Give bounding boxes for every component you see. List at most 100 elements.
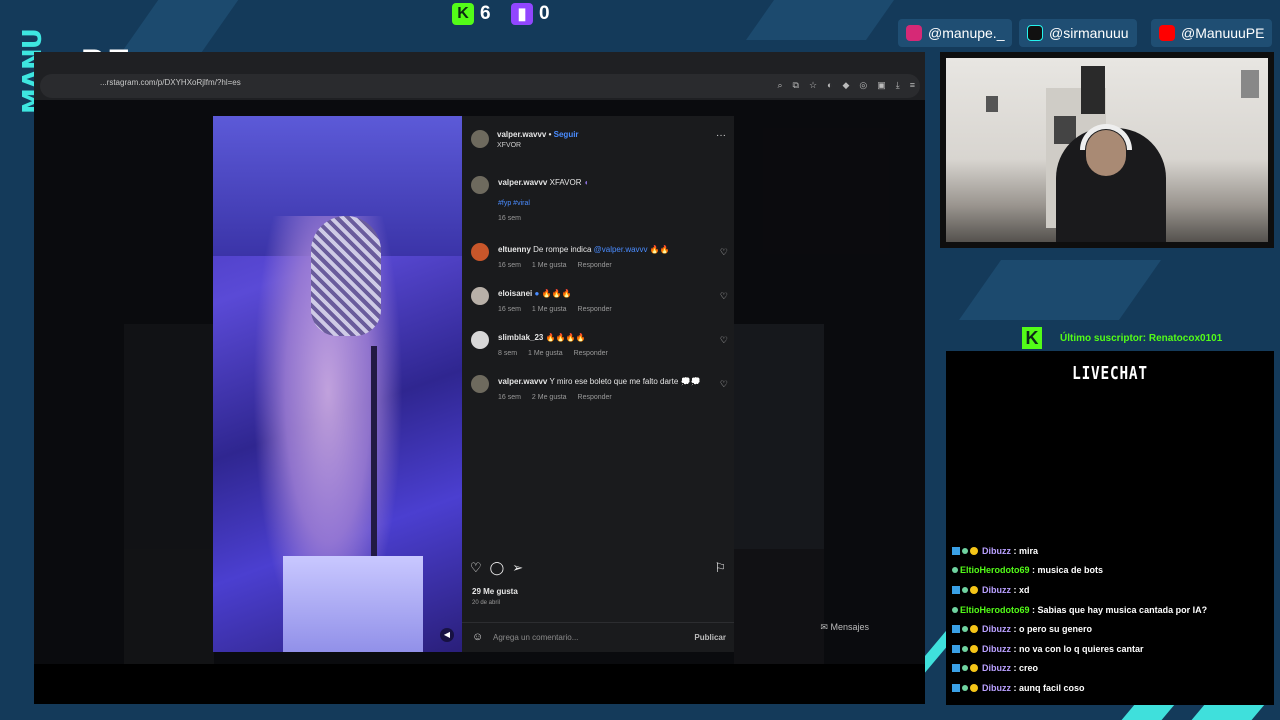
url-text: ...rstagram.com/p/DXYHXoRjlfm/?hl=es <box>100 78 241 87</box>
screen-bottom-bar <box>34 664 925 704</box>
post-video[interactable]: ◀ <box>213 116 462 652</box>
comment-likes[interactable]: 2 Me gusta <box>532 394 567 401</box>
chat-user[interactable]: EltioHerodoto69 <box>960 605 1030 615</box>
video-mask <box>311 216 381 336</box>
kick-icon: K <box>452 3 474 25</box>
comment-text: Y miro ese boleto que me falto darte <box>549 377 681 386</box>
youtube-icon <box>1159 25 1175 41</box>
author-avatar[interactable] <box>471 130 489 148</box>
like-comment-icon[interactable]: ♡ <box>720 291 728 302</box>
reply-button[interactable]: Responder <box>578 262 612 269</box>
more-options-icon[interactable]: ··· <box>716 130 726 141</box>
author-name[interactable]: valper.wavvv <box>497 130 546 139</box>
comment-likes[interactable]: 1 Me gusta <box>528 350 563 357</box>
reply-button[interactable]: Responder <box>578 394 612 401</box>
coin-badge-icon <box>970 683 978 692</box>
chat-user[interactable]: Dibuzz <box>982 683 1011 693</box>
share-icon[interactable]: ➢ <box>512 560 523 576</box>
volume-icon[interactable]: ◀ <box>440 628 454 642</box>
comment-line: valper.wavvv Y miro ese boleto que me fa… <box>498 377 700 386</box>
chat-message: EltioHerodoto69 : musica de bots <box>952 561 1272 581</box>
sub-badge-icon <box>962 586 968 593</box>
author-avatar[interactable] <box>471 176 489 194</box>
emoji-icon[interactable]: ☺ <box>472 631 483 643</box>
kick-badge-icon <box>952 664 960 673</box>
chat-text: creo <box>1019 663 1039 674</box>
kick-badge-icon <box>952 683 960 692</box>
comment-likes[interactable]: 1 Me gusta <box>532 306 567 313</box>
chat-user[interactable]: Dibuzz <box>982 546 1011 556</box>
caption-emoji-icon: ◖ <box>583 178 589 187</box>
commenter-avatar[interactable] <box>471 375 489 393</box>
commenter-avatar[interactable] <box>471 243 489 261</box>
chat-user[interactable]: Dibuzz <box>982 624 1011 634</box>
comment-time: 16 sem <box>498 394 521 401</box>
toolbar-icons: ⌕ ⧉ ☆ ◐ ◆ ◎ ▣ ⤓ ≡ <box>777 80 915 91</box>
comment-time: 16 sem <box>498 262 521 269</box>
chat-user[interactable]: Dibuzz <box>982 663 1011 673</box>
share-icon[interactable]: ⧉ <box>793 80 799 91</box>
chat-user[interactable]: Dibuzz <box>982 644 1011 654</box>
comment-mention[interactable]: @valper.wavvv <box>594 245 648 254</box>
social-youtube: @ManuuuPE <box>1151 19 1273 47</box>
download-icon[interactable]: ⤓ <box>896 80 900 91</box>
reply-button[interactable]: Responder <box>574 350 608 357</box>
comment-user[interactable]: eltuenny <box>498 245 531 254</box>
chat-text: mira <box>1019 545 1039 556</box>
post-actions: ♡ ◯ ➢ <box>470 560 523 576</box>
caption-tags[interactable]: #fyp #viral <box>498 200 530 207</box>
comment-icon[interactable]: ◯ <box>490 560 505 576</box>
menu-icon[interactable]: ≡ <box>910 80 915 91</box>
video-jeans <box>283 556 423 652</box>
comment-input[interactable]: Agrega un comentario... <box>493 633 578 642</box>
social-label: @ManuuuPE <box>1181 25 1265 41</box>
comment-line: eloisanei ● 🔥🔥🔥 <box>498 289 571 298</box>
comment-text: 🔥🔥🔥 <box>541 289 572 298</box>
caption-user[interactable]: valper.wavvv <box>498 178 547 187</box>
star-icon[interactable]: ☆ <box>809 80 817 91</box>
post-header: valper.wavvv • Seguir <box>497 130 579 139</box>
caption-text: XFAVOR <box>549 178 582 187</box>
coin-badge-icon <box>970 585 978 594</box>
like-icon[interactable]: ♡ <box>470 560 482 576</box>
last-subscriber-text: Último suscriptor: Renatocox0101 <box>1060 332 1223 344</box>
chat-message: Dibuzz : xd <box>952 580 1272 600</box>
zoom-icon[interactable]: ⌕ <box>777 80 782 91</box>
chat-separator: : <box>1011 663 1019 674</box>
social-label: @sirmanuuu <box>1049 25 1129 41</box>
post-panel: valper.wavvv • Seguir XFVOR ··· valper.w… <box>462 116 734 652</box>
coin-badge-icon <box>970 546 978 555</box>
chat-separator: : <box>1029 604 1038 615</box>
like-comment-icon[interactable]: ♡ <box>720 379 728 390</box>
chat-message: Dibuzz : o pero su genero <box>952 619 1272 639</box>
follow-button[interactable]: Seguir <box>554 130 579 139</box>
extension-icon[interactable]: ◐ <box>827 80 832 91</box>
kick-badge-icon <box>952 644 960 653</box>
comment-user[interactable]: slimblak_23 <box>498 333 543 342</box>
commenter-avatar[interactable] <box>471 331 489 349</box>
chat-user[interactable]: Dibuzz <box>982 585 1011 595</box>
comment-user[interactable]: valper.wavvv <box>498 377 547 386</box>
like-comment-icon[interactable]: ♡ <box>720 247 728 258</box>
comment-likes[interactable]: 1 Me gusta <box>532 262 567 269</box>
publish-button[interactable]: Publicar <box>694 633 726 642</box>
chat-separator: : <box>1011 584 1019 595</box>
commenter-avatar[interactable] <box>471 287 489 305</box>
puzzle-icon[interactable]: ▣ <box>877 80 886 91</box>
bookmark-icon[interactable]: ⚐ <box>714 560 726 576</box>
twitch-count: 0 <box>539 3 550 24</box>
extension-icon[interactable]: ◆ <box>842 80 849 91</box>
chat-user[interactable]: EltioHerodoto69 <box>960 565 1030 575</box>
comment-emoji: 🔥🔥 <box>649 245 670 254</box>
extension-icon[interactable]: ◎ <box>859 80 867 91</box>
comment-user[interactable]: eloisanei <box>498 289 532 298</box>
reply-button[interactable]: Responder <box>578 306 612 313</box>
like-comment-icon[interactable]: ♡ <box>720 335 728 346</box>
chat-text: aunq facil coso <box>1019 682 1085 693</box>
messages-button[interactable]: ✉ Mensajes <box>820 622 869 633</box>
likes-count[interactable]: 29 Me gusta <box>472 587 518 596</box>
comment-meta: 16 sem 2 Me gusta Responder <box>498 394 621 401</box>
comment-text: De rompe indica <box>533 245 594 254</box>
chat-message: Dibuzz : mira <box>952 541 1272 561</box>
live-chat: LIVECHAT Dibuzz : mira EltioHerodoto69 :… <box>946 351 1274 705</box>
